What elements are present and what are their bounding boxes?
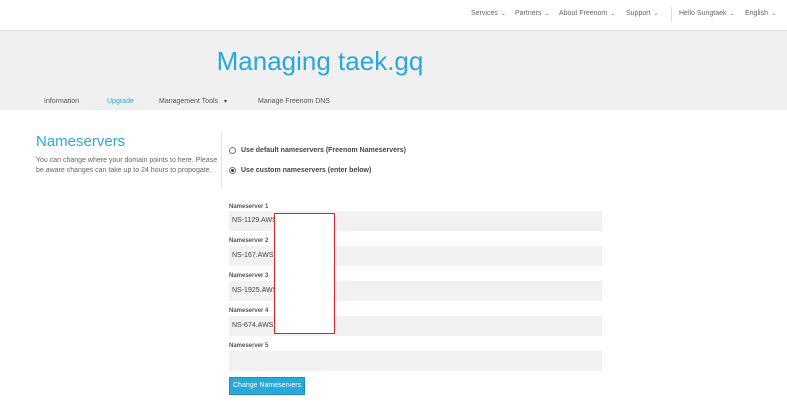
nameserver-2-label: Nameserver 2 — [229, 238, 269, 244]
nameserver-1-label: Nameserver 1 — [229, 204, 269, 210]
nav-about-freenom[interactable]: About Freenom ⌄ — [559, 10, 615, 17]
caret-down-icon: ▾ — [224, 99, 228, 105]
nav-support[interactable]: Support ⌄ — [626, 10, 659, 17]
chevron-down-icon: ⌄ — [500, 11, 506, 17]
nameserver-5-input[interactable] — [229, 351, 602, 371]
tab-information[interactable]: Information — [44, 98, 79, 105]
page-title: Managing taek.gq — [216, 46, 424, 76]
chevron-down-icon: ⌄ — [610, 11, 616, 17]
section-description: You can change where your domain points … — [36, 157, 218, 174]
chevron-down-icon: ⌄ — [729, 11, 735, 17]
custom-nameservers-option[interactable]: Use custom nameservers (enter below) — [229, 167, 371, 174]
chevron-down-icon: ⌄ — [653, 11, 659, 17]
tab-management-tools-label: Management Tools — [159, 98, 219, 105]
custom-nameservers-radio[interactable] — [229, 167, 236, 174]
section-title: Nameservers — [36, 133, 126, 150]
chevron-down-icon: ⌄ — [770, 11, 776, 17]
default-nameservers-radio[interactable] — [229, 147, 236, 154]
default-nameservers-label: Use default nameservers (Freenom Nameser… — [241, 147, 406, 154]
nav-language[interactable]: English ⌄ — [745, 10, 776, 17]
nav-services[interactable]: Services ⌄ — [471, 10, 506, 17]
nameserver-5-label: Nameserver 5 — [229, 343, 269, 349]
nav-support-label: Support — [626, 10, 651, 17]
custom-nameservers-label: Use custom nameservers (enter below) — [241, 167, 372, 174]
nav-language-label: English — [745, 10, 768, 17]
redaction-box — [274, 213, 335, 334]
column-divider — [221, 130, 222, 190]
nav-partners-label: Partners — [515, 10, 542, 17]
tab-manage-freenom-dns[interactable]: Manage Freenom DNS — [258, 98, 330, 105]
tab-management-tools[interactable]: Management Tools ▾ — [159, 98, 227, 105]
change-nameservers-button[interactable]: Change Nameservers — [229, 377, 306, 395]
default-nameservers-option[interactable]: Use default nameservers (Freenom Nameser… — [229, 147, 406, 154]
nav-user-menu[interactable]: Hello Sungtaek ⌄ — [679, 10, 735, 17]
nav-about-label: About Freenom — [559, 10, 608, 17]
nameserver-4-label: Nameserver 4 — [229, 308, 269, 314]
nameserver-3-label: Nameserver 3 — [229, 273, 269, 279]
domain-tabs: Information Upgrade Management Tools ▾ Ma… — [0, 94, 787, 112]
nav-divider — [671, 7, 672, 21]
top-navigation: Services ⌄ Partners ⌄ About Freenom ⌄ Suppo… — [0, 0, 787, 30]
nav-services-label: Services — [471, 10, 498, 17]
chevron-down-icon: ⌄ — [544, 11, 550, 17]
nav-partners[interactable]: Partners ⌄ — [515, 10, 550, 17]
nav-user-label: Hello Sungtaek — [679, 10, 727, 17]
tab-upgrade[interactable]: Upgrade — [107, 98, 134, 105]
